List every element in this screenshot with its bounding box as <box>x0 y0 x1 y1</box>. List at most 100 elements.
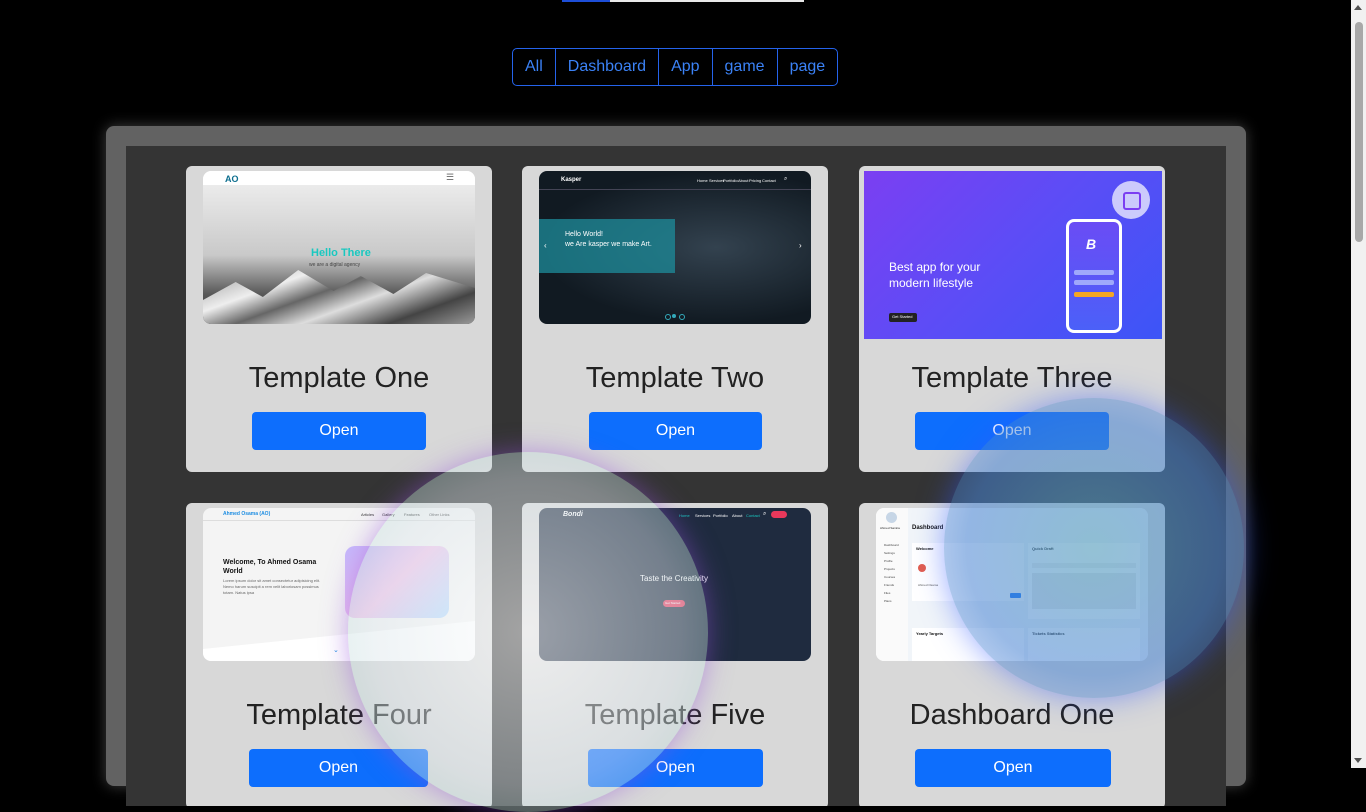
thumb-divider <box>539 189 811 190</box>
top-progress-bar <box>562 0 804 2</box>
thumb-headline: Best app for your modern lifestyle <box>889 260 981 290</box>
slider-dot[interactable] <box>665 314 671 320</box>
scroll-down-icon[interactable] <box>1354 758 1362 763</box>
thumb-cta-label: Get Started <box>892 314 913 319</box>
open-button[interactable]: Open <box>252 412 426 450</box>
template-thumbnail: Bondi Home Services Portfolio About Cont… <box>539 508 811 661</box>
thumb-nav-item: About <box>732 513 743 518</box>
thumb-nav-item: Portfolio <box>723 178 738 183</box>
thumb-widget-title: Quick Draft <box>1032 546 1054 551</box>
gallery-frame: AO ☰ Hello There we are a digital agency… <box>106 126 1246 806</box>
thumb-sidebar-item: Profile <box>884 559 893 563</box>
thumb-sidebar-item: Courses <box>884 575 896 579</box>
open-button[interactable]: Open <box>915 749 1111 787</box>
progress-fill <box>562 0 610 2</box>
thumb-headline: Hello There <box>311 247 371 259</box>
thumb-nav-item: Home <box>697 178 708 183</box>
phone-button <box>1074 292 1114 297</box>
gallery-grid: AO ☰ Hello There we are a digital agency… <box>126 146 1226 806</box>
scrollbar-thumb[interactable] <box>1355 22 1363 242</box>
slider-dot[interactable] <box>672 314 676 318</box>
thumb-nav-item: Contact <box>746 513 760 518</box>
thumb-profile-name: Ahmed Osama <box>918 583 939 587</box>
scroll-up-icon[interactable] <box>1354 5 1362 10</box>
template-card: Ahmed Samira Dashboard Settings Profile … <box>859 503 1165 806</box>
card-title: Template Four <box>246 699 432 731</box>
open-button[interactable]: Open <box>249 749 428 787</box>
search-icon: ⌕ <box>763 511 767 517</box>
phone-field <box>1074 280 1114 285</box>
app-logo: B <box>1086 236 1097 252</box>
thumb-widget: Tickets Statistics <box>1028 628 1140 661</box>
thumb-cta-label: Get Started <box>665 601 681 605</box>
thumb-nav-item: Services <box>695 513 711 518</box>
thumb-sidebar-item: Dashboard <box>884 543 899 547</box>
thumb-widget: Yearly Targets <box>912 628 1024 661</box>
thumb-sidebar-item: Friends <box>884 583 895 587</box>
thumb-body: Lorem ipsum dolor sit amet consectetur a… <box>223 578 321 595</box>
hero-box: Hello World! we Are kasper we make Art. <box>539 219 675 273</box>
thumb-subline: we are a digital agency <box>309 262 361 268</box>
prev-arrow-icon[interactable]: ‹ <box>544 241 547 250</box>
phone-mockup: B <box>1066 219 1122 333</box>
thumb-sidebar-item: Plans <box>884 599 892 603</box>
thumb-page-title: Dashboard <box>912 525 944 531</box>
filter-game-button[interactable]: game <box>713 49 778 85</box>
template-card: AO ☰ Hello There we are a digital agency… <box>186 166 492 472</box>
thumb-input <box>1032 563 1136 568</box>
template-card: Ahmed Osama (AO) Articles Gallery Featur… <box>186 503 492 806</box>
thumb-sidebar-item: Files <box>884 591 891 595</box>
thumb-nav-item: Articles <box>361 512 375 517</box>
thumb-logo: Bondi <box>563 511 583 518</box>
filter-page-button[interactable]: page <box>778 49 838 85</box>
thumb-logo: Ahmed Osama (AO) <box>223 511 271 517</box>
thumb-nav-item: Features <box>404 512 420 517</box>
slider-dot[interactable] <box>679 314 685 320</box>
thumb-textarea <box>1032 573 1136 609</box>
thumb-nav-item: Other Links <box>429 512 450 517</box>
thumb-nav-item: Portfolio <box>713 513 728 518</box>
illustration-image <box>345 546 449 618</box>
page-scrollbar[interactable] <box>1351 0 1366 768</box>
open-button[interactable]: Open <box>589 412 762 450</box>
filter-dashboard-button[interactable]: Dashboard <box>556 49 660 85</box>
thumb-nav-item: Contact <box>762 178 776 183</box>
thumb-headline: Taste the Creativity <box>640 574 709 583</box>
screenshot-icon <box>1123 192 1141 210</box>
card-title: Template Three <box>911 362 1113 394</box>
thumb-widget-title: Yearly Targets <box>916 631 944 636</box>
template-thumbnail: Kasper Home Services Portfolio About Pri… <box>539 171 811 324</box>
thumb-cta: Get Started <box>889 313 917 322</box>
filter-app-button[interactable]: App <box>659 49 713 85</box>
open-button[interactable]: Open <box>915 412 1109 450</box>
thumb-divider <box>203 520 475 521</box>
screenshot-button[interactable] <box>1112 181 1150 219</box>
thumb-headline: Welcome, To Ahmed Osama World <box>223 559 317 575</box>
thumb-widget: Welcome Ahmed Osama <box>912 543 1024 601</box>
thumb-sidebar: Ahmed Samira Dashboard Settings Profile … <box>876 508 909 661</box>
thumb-logo: Kasper <box>561 177 582 183</box>
thumb-sidebar-item: Settings <box>884 551 895 555</box>
template-card: Kasper Home Services Portfolio About Pri… <box>522 166 828 472</box>
search-icon: ⌕ <box>784 176 788 182</box>
template-thumbnail: Ahmed Osama (AO) Articles Gallery Featur… <box>203 508 475 661</box>
card-title: Template Two <box>585 362 765 394</box>
phone-field <box>1074 270 1114 275</box>
mountain-image <box>203 270 475 324</box>
thumb-wave <box>203 621 475 661</box>
chevron-down-icon[interactable]: ⌄ <box>333 646 339 654</box>
filter-all-button[interactable]: All <box>513 49 556 85</box>
thumb-username: Ahmed Samira <box>880 526 900 530</box>
menu-icon: ☰ <box>446 172 455 182</box>
thumb-nav-button <box>771 511 787 518</box>
thumb-cta: Get Started <box>663 600 685 607</box>
template-card: Bondi Home Services Portfolio About Cont… <box>522 503 828 806</box>
thumb-navbar <box>203 171 475 185</box>
card-title: Template One <box>248 362 430 394</box>
template-card: Best app for your modern lifestyle Get S… <box>859 166 1165 472</box>
open-button[interactable]: Open <box>588 749 763 787</box>
thumb-nav-item: About <box>738 178 749 183</box>
thumb-headline: Hello World! <box>565 231 603 238</box>
next-arrow-icon[interactable]: › <box>799 241 802 250</box>
thumb-nav-item: Gallery <box>382 512 395 517</box>
